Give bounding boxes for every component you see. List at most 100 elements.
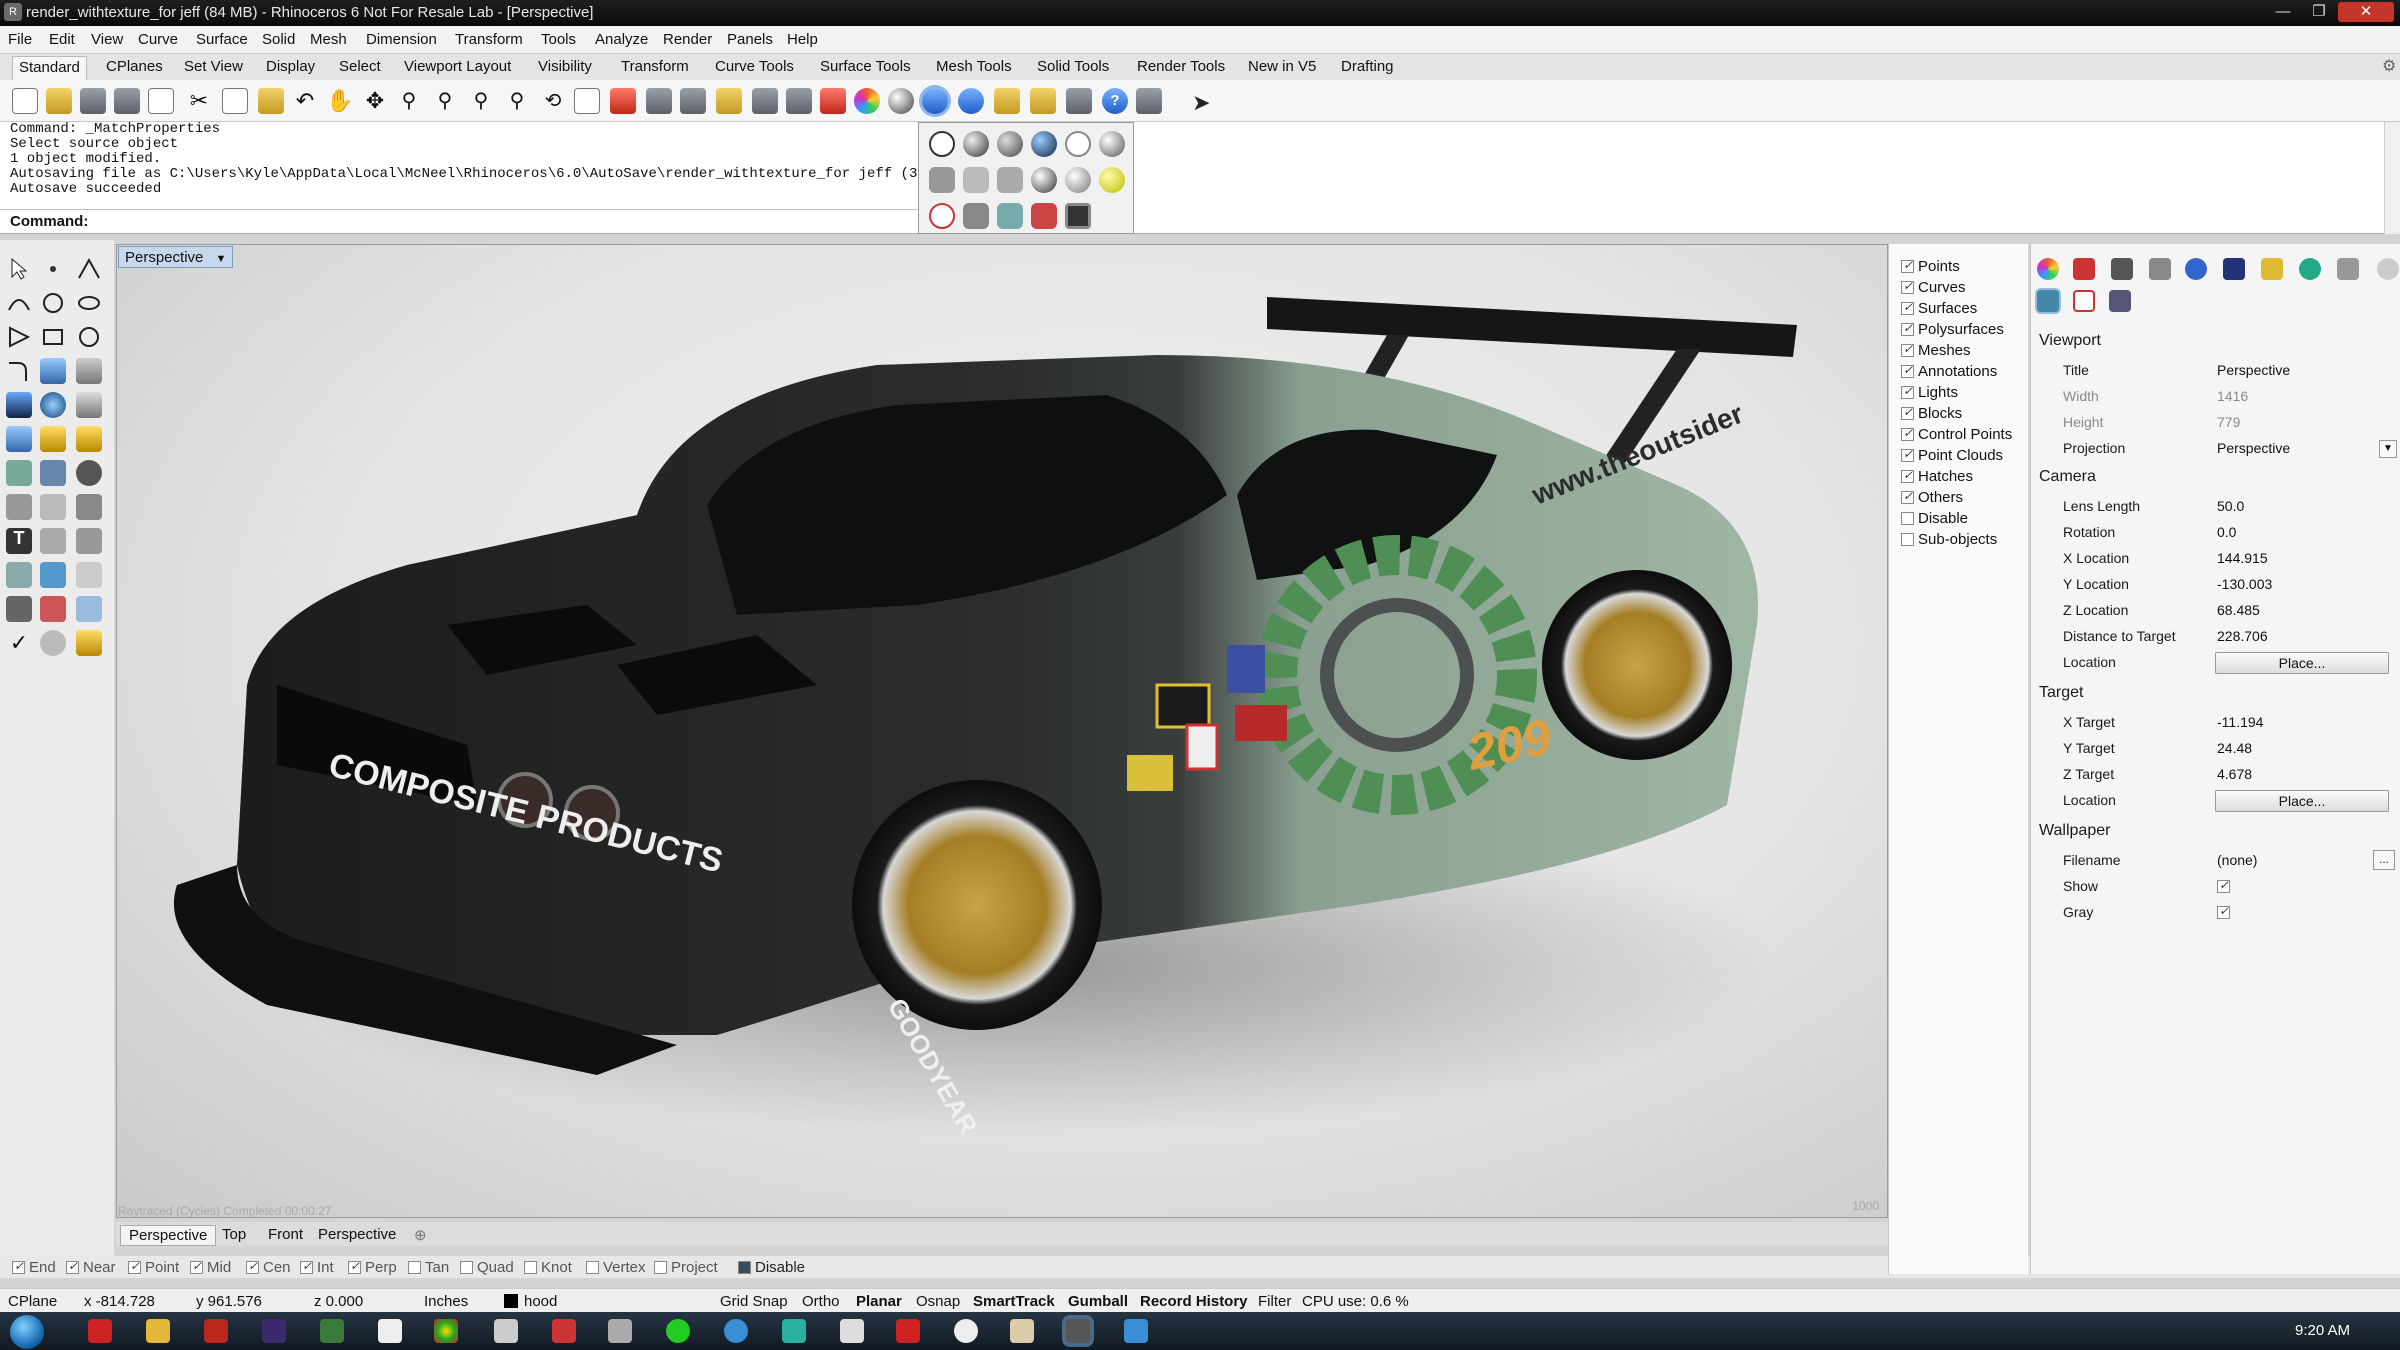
menu-solid[interactable]: Solid <box>262 31 295 48</box>
render-tool-icon[interactable] <box>40 630 66 656</box>
distance-to-target-value[interactable]: 228.706 <box>2217 628 2268 644</box>
environment-panel-icon[interactable] <box>2185 258 2207 280</box>
zoom-selected-icon[interactable]: ⚲ <box>504 88 530 114</box>
materials-panel-icon[interactable] <box>2149 258 2171 280</box>
tab-mesh-tools[interactable]: Mesh Tools <box>930 58 1018 75</box>
units-label[interactable]: Inches <box>424 1293 468 1310</box>
join-icon[interactable] <box>6 494 32 520</box>
grid-snap-toggle[interactable]: Grid Snap <box>720 1293 788 1310</box>
fillet-curve-icon[interactable] <box>6 358 32 384</box>
zoom-extents-icon[interactable]: ⚲ <box>468 88 494 114</box>
osnap-toggle[interactable]: Osnap <box>916 1293 960 1310</box>
osnap-disable[interactable]: Disable <box>738 1259 805 1276</box>
rectangle-icon[interactable] <box>40 324 66 350</box>
shaded-display-icon[interactable] <box>922 88 948 114</box>
tab-front[interactable]: Front <box>260 1225 311 1244</box>
tab-select[interactable]: Select <box>333 58 387 75</box>
filter-annotations[interactable]: Annotations <box>1901 363 1997 380</box>
array-icon[interactable] <box>76 528 102 554</box>
color-wheel-icon[interactable] <box>854 88 880 114</box>
panel-options-gear-icon[interactable] <box>2377 258 2399 280</box>
menu-panels[interactable]: Panels <box>727 31 773 48</box>
circle-icon[interactable] <box>40 290 66 316</box>
osnap-mid[interactable]: Mid <box>190 1259 231 1276</box>
show-checkbox[interactable] <box>2217 878 2234 895</box>
blend-icon[interactable] <box>76 494 102 520</box>
rotate-icon[interactable] <box>76 596 102 622</box>
ortho-toggle[interactable]: Ortho <box>802 1293 840 1310</box>
ellipse-icon[interactable] <box>76 324 102 350</box>
trim-icon[interactable] <box>6 460 32 486</box>
split-icon[interactable] <box>40 460 66 486</box>
dimension-icon[interactable] <box>1066 88 1092 114</box>
menu-file[interactable]: File <box>8 31 32 48</box>
select-arrow-icon[interactable] <box>6 256 32 282</box>
print-icon[interactable] <box>114 88 140 114</box>
projection-select[interactable]: Perspective <box>2217 440 2290 456</box>
tab-drafting[interactable]: Drafting <box>1335 58 1400 75</box>
taskbar-app-icon[interactable] <box>896 1319 920 1343</box>
viewport-tab-icon[interactable] <box>2073 290 2095 312</box>
osnap-knot[interactable]: Knot <box>524 1259 572 1276</box>
tab-set-view[interactable]: Set View <box>178 58 249 75</box>
menu-view[interactable]: View <box>91 31 123 48</box>
tab-render-tools[interactable]: Render Tools <box>1131 58 1231 75</box>
filter-sub-objects[interactable]: Sub-objects <box>1901 531 1997 548</box>
tab-perspective[interactable]: Perspective <box>120 1225 217 1246</box>
tab-display[interactable]: Display <box>260 58 321 75</box>
menu-dimension[interactable]: Dimension <box>366 31 437 48</box>
osnap-end[interactable]: End <box>12 1259 56 1276</box>
chevron-down-icon[interactable]: ▼ <box>216 253 227 265</box>
display-panel-icon[interactable] <box>2111 258 2133 280</box>
gray-checkbox[interactable] <box>2217 904 2234 921</box>
copy-icon[interactable] <box>222 88 248 114</box>
tab-solid-tools[interactable]: Solid Tools <box>1031 58 1115 75</box>
taskbar-app-icon[interactable] <box>378 1319 402 1343</box>
perspective-viewport[interactable]: COMPOSITE PRODUCTS 209 www.theoutsider G… <box>116 244 1888 1218</box>
osnap-int[interactable]: Int <box>300 1259 334 1276</box>
x-location-value[interactable]: 144.915 <box>2217 550 2268 566</box>
hide-objects-icon[interactable] <box>680 88 706 114</box>
point-icon[interactable] <box>40 256 66 282</box>
surface-icon[interactable] <box>40 358 66 384</box>
menu-surface[interactable]: Surface <box>196 31 248 48</box>
menu-analyze[interactable]: Analyze <box>595 31 648 48</box>
start-button-icon[interactable] <box>10 1315 44 1349</box>
filter-surfaces[interactable]: Surfaces <box>1901 300 1977 317</box>
material-sphere-icon[interactable] <box>888 88 914 114</box>
camera-tab-icon[interactable] <box>2037 290 2059 312</box>
y-location-value[interactable]: -130.003 <box>2217 576 2272 592</box>
move-icon[interactable] <box>6 562 32 588</box>
taskbar-premiere-icon[interactable] <box>262 1319 286 1343</box>
camera-place-button[interactable]: Place... <box>2215 652 2389 674</box>
taskbar-app-icon[interactable] <box>88 1319 112 1343</box>
color-panel-icon[interactable] <box>2037 258 2059 280</box>
artistic-icon[interactable] <box>929 167 955 193</box>
cylinder-solid-icon[interactable] <box>76 392 102 418</box>
grid-array-icon[interactable] <box>6 596 32 622</box>
paste-icon[interactable] <box>258 88 284 114</box>
filter-curves[interactable]: Curves <box>1901 279 1966 296</box>
menu-mesh[interactable]: Mesh <box>310 31 347 48</box>
monitor-icon[interactable] <box>1065 203 1091 229</box>
checkmark-icon[interactable]: ✓ <box>6 630 32 656</box>
lens-length-value[interactable]: 50.0 <box>2217 498 2244 514</box>
explode-icon[interactable] <box>76 460 102 486</box>
dimension-tool-icon[interactable] <box>40 528 66 554</box>
taskbar-acrobat-icon[interactable] <box>204 1319 228 1343</box>
select-all-icon[interactable] <box>646 88 672 114</box>
rhino-app-icon[interactable]: R <box>4 3 22 21</box>
polygon-icon[interactable] <box>6 324 32 350</box>
shaded-sphere-icon[interactable] <box>963 131 989 157</box>
filter-disable[interactable]: Disable <box>1901 510 1968 527</box>
rendered-sphere-icon[interactable] <box>997 131 1023 157</box>
curve-icon[interactable] <box>6 290 32 316</box>
cplane-label[interactable]: CPlane <box>8 1293 57 1310</box>
copy-tool-icon[interactable] <box>40 562 66 588</box>
undo-icon[interactable]: ↶ <box>292 88 318 114</box>
undo-view-icon[interactable]: ⟲ <box>540 88 566 114</box>
four-viewports-icon[interactable] <box>574 88 600 114</box>
tab-curve-tools[interactable]: Curve Tools <box>709 58 800 75</box>
taskbar-app-icon[interactable] <box>494 1319 518 1343</box>
polyline-icon[interactable] <box>76 256 102 282</box>
